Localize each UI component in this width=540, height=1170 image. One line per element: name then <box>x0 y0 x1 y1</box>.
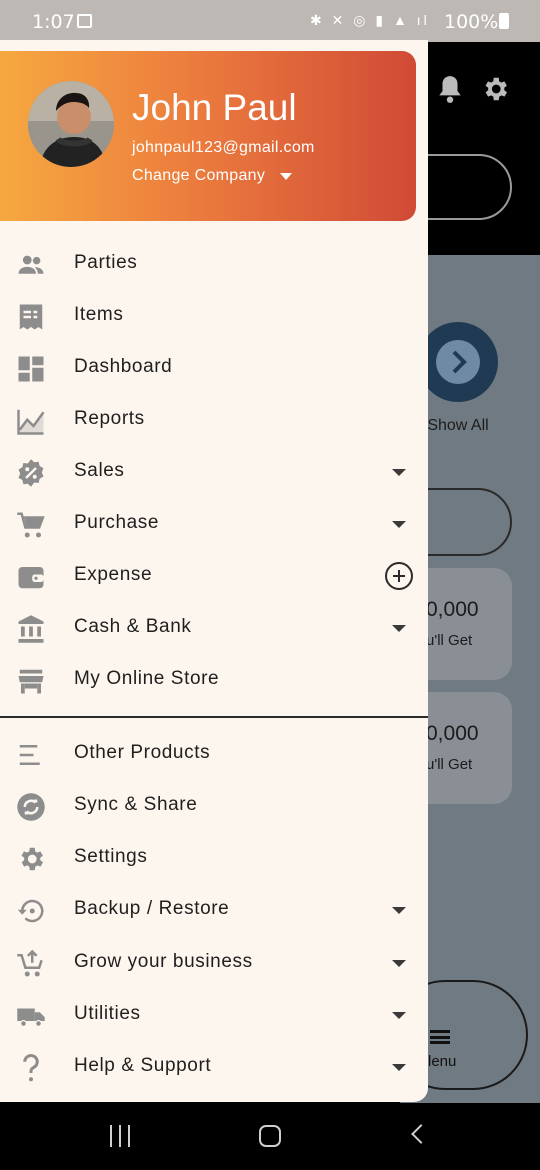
bell-icon <box>439 76 461 103</box>
menu-item-sales[interactable]: Sales <box>0 446 428 498</box>
menu-item-reports[interactable]: Reports <box>0 394 428 446</box>
card-amount: 0,000 <box>426 598 479 621</box>
chevron-down-icon[interactable] <box>392 907 406 914</box>
chevron-down-icon[interactable] <box>392 521 406 528</box>
hamburger-icon <box>430 1030 450 1044</box>
menu-item-label: Help & Support <box>74 1055 212 1076</box>
menu-item-purchase[interactable]: Purchase <box>0 498 428 550</box>
menu-item-label: Other Products <box>74 742 211 763</box>
profile-email: johnpaul123@gmail.com <box>132 139 315 156</box>
battery-percent: 100% <box>444 11 499 33</box>
navigation-drawer: John Paul johnpaul123@gmail.com Change C… <box>0 40 428 1102</box>
menu-item-label: Parties <box>74 252 138 273</box>
show-all-label: Show All <box>427 417 489 434</box>
chevron-down-icon[interactable] <box>392 1012 406 1019</box>
chevron-down-icon[interactable] <box>280 173 292 180</box>
chevron-down-icon[interactable] <box>392 625 406 632</box>
avatar[interactable] <box>28 81 114 167</box>
cart-icon <box>16 510 46 540</box>
menu-item-cash-bank[interactable]: Cash & Bank <box>0 602 428 654</box>
menu-item-label: Sales <box>74 460 125 481</box>
store-icon <box>16 666 46 696</box>
menu-item-label: Backup / Restore <box>74 898 230 919</box>
menu-item-other-products[interactable]: Other Products <box>0 728 428 780</box>
menu-item-label: My Online Store <box>74 668 220 689</box>
gear-icon <box>16 844 46 874</box>
receipt-icon <box>16 302 46 332</box>
menu-item-label: Reports <box>74 408 145 429</box>
status-time: 1:07 <box>32 11 75 33</box>
menu-divider <box>0 716 428 718</box>
people-icon <box>16 250 46 280</box>
show-all-button <box>418 322 498 402</box>
battery-icon <box>499 13 509 29</box>
chevron-right-icon <box>436 340 480 384</box>
gear-icon <box>485 77 507 101</box>
sync-icon <box>16 792 46 822</box>
wallet-icon <box>16 562 46 592</box>
menu-item-backup-restore[interactable]: Backup / Restore <box>0 884 428 936</box>
menu-item-grow-business[interactable]: Grow your business <box>0 937 428 989</box>
card-subtitle: u'll Get <box>426 756 473 773</box>
background-menu-label: lenu <box>428 1053 457 1070</box>
dashboard-icon <box>16 354 46 384</box>
menu-item-dashboard[interactable]: Dashboard <box>0 342 428 394</box>
menu-item-label: Items <box>74 304 124 325</box>
menu-item-label: Expense <box>74 564 153 585</box>
bank-icon <box>16 614 46 644</box>
menu-item-sync-share[interactable]: Sync & Share <box>0 780 428 832</box>
menu-item-label: Grow your business <box>74 951 253 972</box>
menu-item-label: Utilities <box>74 1003 141 1024</box>
add-circle-icon[interactable] <box>385 562 413 590</box>
recents-button[interactable] <box>108 1125 132 1147</box>
change-company-link[interactable]: Change Company <box>132 167 265 185</box>
system-nav-bar <box>0 1103 540 1170</box>
profile-name: John Paul <box>132 87 297 128</box>
menu-item-help-support[interactable]: Help & Support <box>0 1041 428 1093</box>
chevron-down-icon[interactable] <box>392 469 406 476</box>
cart-upload-icon <box>16 949 46 979</box>
menu-item-utilities[interactable]: Utilities <box>0 989 428 1041</box>
menu-item-label: Cash & Bank <box>74 616 192 637</box>
menu-item-items[interactable]: Items <box>0 290 428 342</box>
question-icon <box>16 1053 46 1083</box>
card-subtitle: u'll Get <box>426 632 473 649</box>
menu-item-expense[interactable]: Expense <box>0 550 428 602</box>
profile-header: John Paul johnpaul123@gmail.com Change C… <box>0 51 416 221</box>
home-button[interactable] <box>259 1125 281 1147</box>
gallery-icon <box>77 14 92 28</box>
back-button[interactable] <box>411 1124 431 1144</box>
chevron-down-icon[interactable] <box>392 1064 406 1071</box>
chart-icon <box>16 406 46 436</box>
card-amount: 0,000 <box>426 722 479 745</box>
menu-item-label: Purchase <box>74 512 160 533</box>
menu-item-label: Sync & Share <box>74 794 198 815</box>
list-icon <box>16 740 46 770</box>
restore-icon <box>16 896 46 926</box>
menu-item-label: Dashboard <box>74 356 173 377</box>
truck-icon <box>16 1001 46 1031</box>
chevron-down-icon[interactable] <box>392 960 406 967</box>
discount-icon <box>16 458 46 488</box>
status-bar: 1:07 ✱ ✕ ◎ ▮ ▲ ıl 100% <box>0 0 540 42</box>
menu-item-online-store[interactable]: My Online Store <box>0 654 428 706</box>
menu-item-settings[interactable]: Settings <box>0 832 428 884</box>
menu-item-label: Settings <box>74 846 148 867</box>
menu-item-parties[interactable]: Parties <box>0 238 428 290</box>
system-icons: ✱ ✕ ◎ ▮ ▲ ıl <box>310 12 430 28</box>
